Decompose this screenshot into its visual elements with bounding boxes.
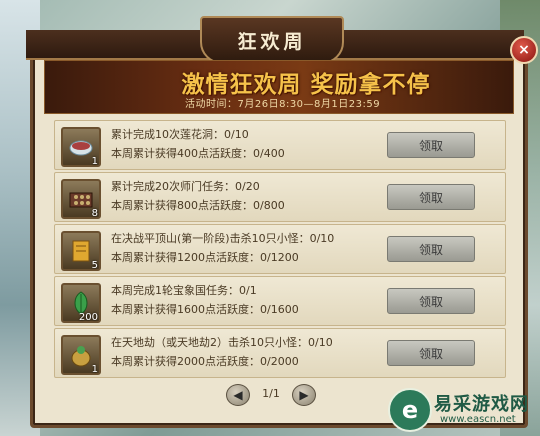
watermark-name: 易采游戏网 <box>434 394 529 415</box>
quest-row: 5 在决战平顶山(第一阶段)击杀10只小怪：0/10 本周累计获得1200点活跃… <box>54 224 506 274</box>
quest-progress: 本周累计获得400点活跃度：0/400 <box>111 147 285 160</box>
quest-objective: 在天地劫（或天地劫2）击杀10只小怪：0/10 <box>111 336 333 349</box>
event-banner: 激情狂欢周 奖励拿不停 活动时间：7月26日8:30—8月1日23:59 <box>44 60 514 114</box>
watermark-logo-icon: e <box>388 388 432 432</box>
quest-text: 累计完成10次莲花洞：0/10 本周累计获得400点活跃度：0/400 <box>111 125 411 163</box>
pagination: ◀ 1/1 ▶ <box>226 384 316 406</box>
claim-button[interactable]: 领取 <box>387 132 475 158</box>
item-count: 200 <box>78 312 98 323</box>
reward-item[interactable]: 1 <box>61 127 101 167</box>
claim-button[interactable]: 领取 <box>387 184 475 210</box>
window-title: 狂欢周 <box>237 30 307 53</box>
watermark: e 易采游戏网 www.eascn.net <box>380 386 540 436</box>
claim-button[interactable]: 领取 <box>387 236 475 262</box>
reward-item[interactable]: 200 <box>61 283 101 323</box>
quest-text: 本周完成1轮宝象国任务：0/1 本周累计获得1600点活跃度：0/1600 <box>111 281 411 319</box>
watermark-url: www.eascn.net <box>440 414 516 425</box>
quest-progress: 本周累计获得1200点活跃度：0/1200 <box>111 251 299 264</box>
claim-button[interactable]: 领取 <box>387 288 475 314</box>
quest-text: 在天地劫（或天地劫2）击杀10只小怪：0/10 本周累计获得2000点活跃度：0… <box>111 333 411 371</box>
reward-item[interactable]: 5 <box>61 231 101 271</box>
next-page-button[interactable]: ▶ <box>292 384 316 406</box>
banner-title: 激情狂欢周 奖励拿不停 <box>181 71 431 98</box>
item-count: 1 <box>91 364 98 375</box>
quest-progress: 本周累计获得1600点活跃度：0/1600 <box>111 303 299 316</box>
quest-progress: 本周累计获得800点活跃度：0/800 <box>111 199 285 212</box>
quest-list: 1 累计完成10次莲花洞：0/10 本周累计获得400点活跃度：0/400 领取… <box>44 118 512 380</box>
quest-row: 1 累计完成10次莲花洞：0/10 本周累计获得400点活跃度：0/400 领取 <box>54 120 506 170</box>
item-count: 1 <box>91 156 98 167</box>
quest-progress: 本周累计获得2000点活跃度：0/2000 <box>111 355 299 368</box>
item-count: 8 <box>91 208 98 219</box>
page-indicator: 1/1 <box>262 387 280 400</box>
item-count: 5 <box>91 260 98 271</box>
close-button[interactable]: × <box>510 36 538 64</box>
quest-objective: 本周完成1轮宝象国任务：0/1 <box>111 284 257 297</box>
quest-objective: 累计完成20次师门任务：0/20 <box>111 180 260 193</box>
quest-objective: 累计完成10次莲花洞：0/10 <box>111 128 249 141</box>
title-plaque: 狂欢周 <box>200 16 344 64</box>
quest-row: 1 在天地劫（或天地劫2）击杀10只小怪：0/10 本周累计获得2000点活跃度… <box>54 328 506 378</box>
quest-row: 8 累计完成20次师门任务：0/20 本周累计获得800点活跃度：0/800 领… <box>54 172 506 222</box>
prev-page-button[interactable]: ◀ <box>226 384 250 406</box>
quest-objective: 在决战平顶山(第一阶段)击杀10只小怪：0/10 <box>111 232 335 245</box>
quest-text: 在决战平顶山(第一阶段)击杀10只小怪：0/10 本周累计获得1200点活跃度：… <box>111 229 411 267</box>
reward-item[interactable]: 1 <box>61 335 101 375</box>
reward-item[interactable]: 8 <box>61 179 101 219</box>
event-time: 活动时间：7月26日8:30—8月1日23:59 <box>185 99 381 110</box>
quest-text: 累计完成20次师门任务：0/20 本周累计获得800点活跃度：0/800 <box>111 177 411 215</box>
claim-button[interactable]: 领取 <box>387 340 475 366</box>
quest-row: 200 本周完成1轮宝象国任务：0/1 本周累计获得1600点活跃度：0/160… <box>54 276 506 326</box>
